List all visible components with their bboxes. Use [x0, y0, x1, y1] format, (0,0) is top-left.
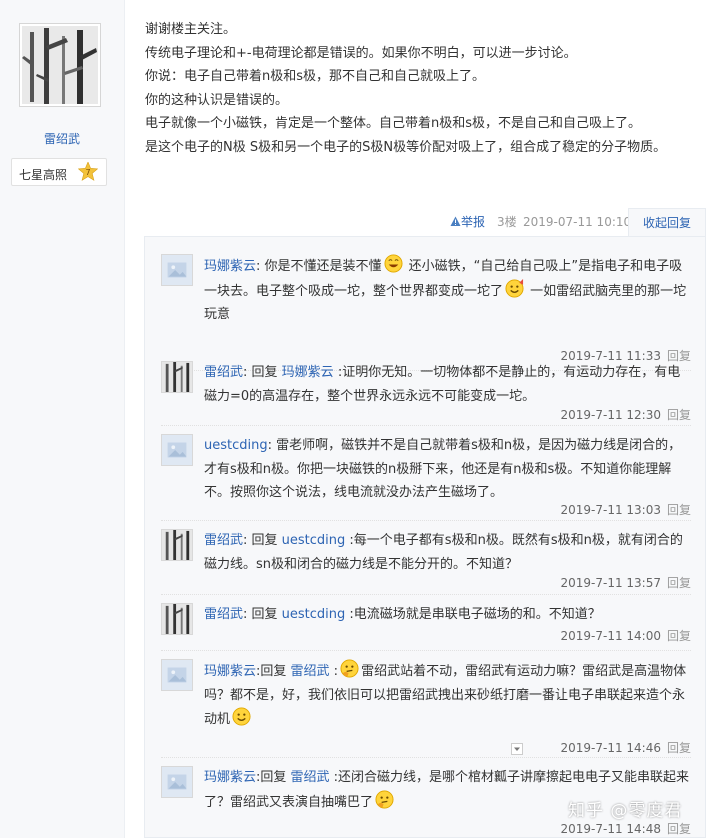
avatar[interactable]	[161, 254, 193, 286]
report-label: 举报	[461, 215, 486, 229]
divider	[161, 757, 691, 758]
post-line: 谢谢楼主关注。	[145, 22, 237, 37]
reply-target[interactable]: uestcding	[282, 607, 346, 622]
level-badge[interactable]: 七星高照 7	[11, 158, 107, 186]
reply-text: uestcding: 雷老师啊，磁铁并不是自己就带着s极和n极，是因为磁力线是闭…	[204, 438, 682, 500]
report-link[interactable]: 举报	[450, 212, 485, 232]
reply-meta: 2019-7-11 14:00 回复	[560, 627, 691, 645]
post-line: 你说：电子自己带着n极和s极，那不自己和自己就吸上了。	[145, 69, 486, 84]
post-line: 你的这种认识是错误的。	[145, 92, 289, 108]
smirk-emoji-icon	[505, 278, 524, 298]
post-line: 传统电子理论和+-电荷理论都是错误的。如果你不明白，可以进一步讨论。	[145, 45, 577, 61]
reply-text: 雷绍武: 回复 玛娜紫云 :证明你无知。一切物体都不是静止的，有运动力存在，有电…	[204, 365, 681, 404]
badge-label: 七星高照	[19, 168, 68, 182]
divider	[161, 594, 691, 595]
expand-dropdown-button[interactable]	[511, 743, 523, 755]
reply-time: 2019-7-11 13:57	[560, 576, 661, 590]
reply-time: 2019-7-11 14:46	[560, 741, 661, 755]
reply-time: 2019-7-11 12:30	[560, 408, 661, 422]
reply-button[interactable]: 回复	[667, 822, 691, 836]
floor-number: 3楼	[497, 215, 517, 229]
level-star-icon: 7	[78, 162, 98, 181]
watermark: 知乎 @零度君	[568, 801, 683, 821]
reply-button[interactable]: 回复	[667, 408, 691, 422]
reply-meta: 2019-7-11 13:57 回复	[560, 574, 691, 592]
avatar[interactable]	[161, 434, 193, 466]
reply-text: 雷绍武: 回复 uestcding :每一个电子都有s极和n极。既然有s极和n极…	[204, 533, 683, 572]
reply-user[interactable]: 雷绍武	[204, 607, 243, 622]
reply-time: 2019-7-11 13:03	[560, 503, 661, 517]
author-sidebar: 雷绍武 七星高照 7	[0, 0, 125, 838]
thinking-emoji-icon	[340, 659, 359, 678]
report-icon	[450, 216, 461, 226]
reply-user[interactable]: 雷绍武	[204, 533, 243, 548]
reply-text: 玛娜紫云: 你是不懂还是装不懂 还小磁铁，“自己给自己吸上”是指电子和电子吸一块…	[204, 254, 691, 327]
post-line: 电子就像一个小磁铁，肯定是一个整体。自己带着n极和s极，不是自己和自己吸上了。	[145, 116, 642, 131]
avatar[interactable]	[161, 361, 193, 393]
reply-target[interactable]: 雷绍武	[291, 770, 330, 785]
reply-user[interactable]: 玛娜紫云	[204, 259, 256, 274]
collapse-replies-button[interactable]: 收起回复	[628, 208, 706, 236]
reply-list: 玛娜紫云: 你是不懂还是装不懂 还小磁铁，“自己给自己吸上”是指电子和电子吸一块…	[144, 236, 706, 838]
reply-time: 2019-7-11 14:00	[560, 629, 661, 643]
reply-target[interactable]: 雷绍武	[291, 664, 330, 679]
reply-meta: 2019-7-11 13:03 回复	[560, 501, 691, 519]
reply-user[interactable]: 玛娜紫云	[204, 770, 256, 785]
post-time: 2019-07-11 10:10	[523, 215, 632, 229]
post-line: 是这个电子的N极 S极和另一个电子的S极N极等价配对吸上了，组合成了稳定的分子物…	[145, 139, 667, 155]
avatar[interactable]	[161, 603, 193, 635]
chevron-down-icon	[514, 747, 520, 751]
reply-meta: 2019-7-11 12:30 回复	[560, 406, 691, 424]
badge-level: 7	[85, 168, 90, 177]
reply-button[interactable]: 回复	[667, 741, 691, 755]
divider	[161, 425, 691, 426]
reply-user[interactable]: 玛娜紫云	[204, 664, 256, 679]
author-name[interactable]: 雷绍武	[0, 130, 124, 147]
reply-text: 雷绍武: 回复 uestcding :电流磁场就是串联电子磁场的和。不知道？	[204, 607, 601, 622]
reply-time: 2019-7-11 14:48	[560, 822, 661, 836]
reply-meta: 2019-7-11 14:46 回复	[560, 739, 691, 757]
divider	[161, 520, 691, 521]
reply-text: 玛娜紫云:回复 雷绍武 : 雷绍武站着不动，雷绍武有运动力嘛？雷绍武是高温物体吗？…	[204, 659, 691, 732]
reply-button[interactable]: 回复	[667, 576, 691, 590]
reply-button[interactable]: 回复	[667, 503, 691, 517]
author-avatar[interactable]	[19, 23, 101, 107]
reply-meta: 2019-7-11 14:48 回复	[560, 820, 691, 838]
reply-target[interactable]: 玛娜紫云	[282, 365, 334, 380]
reply-user[interactable]: uestcding	[204, 438, 268, 453]
smile-emoji-icon	[232, 707, 251, 726]
avatar[interactable]	[161, 659, 193, 691]
reply-user[interactable]: 雷绍武	[204, 365, 243, 380]
avatar[interactable]	[161, 529, 193, 561]
reply-target[interactable]: uestcding	[282, 533, 346, 548]
divider	[161, 650, 691, 651]
grin-emoji-icon	[384, 254, 403, 273]
post-content: 谢谢楼主关注。 传统电子理论和+-电荷理论都是错误的。如果你不明白，可以进一步讨…	[145, 18, 705, 159]
reply-button[interactable]: 回复	[667, 629, 691, 643]
thinking-emoji-icon	[375, 789, 394, 809]
avatar[interactable]	[161, 766, 193, 798]
